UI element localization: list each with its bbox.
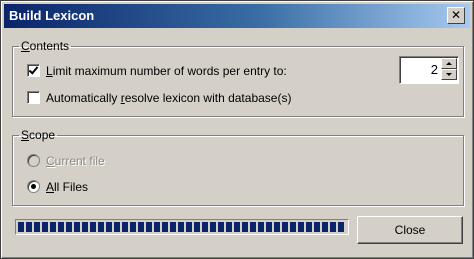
resolve-lexicon-checkbox-row[interactable]: Automatically resolve lexicon with datab… xyxy=(27,91,291,105)
limit-words-checkbox[interactable] xyxy=(27,64,40,77)
resolve-lexicon-checkbox[interactable] xyxy=(27,91,40,104)
progress-bar xyxy=(15,219,349,235)
close-icon: ✕ xyxy=(450,8,462,22)
title-bar[interactable]: Build Lexicon ✕ xyxy=(4,4,470,28)
limit-words-label: Limit maximum number of words per entry … xyxy=(46,64,287,78)
current-file-radio[interactable] xyxy=(27,154,40,167)
all-files-radio[interactable] xyxy=(27,180,40,193)
build-lexicon-dialog: Build Lexicon ✕ Contents Limit maximum n… xyxy=(0,0,474,259)
current-file-label: Current file xyxy=(46,154,105,168)
spinner-down-button[interactable] xyxy=(441,69,457,80)
max-words-spinner[interactable]: 2 xyxy=(399,56,459,84)
scope-group-label: Scope xyxy=(21,128,56,142)
contents-group: Contents xyxy=(12,39,464,117)
current-file-radio-row[interactable]: Current file xyxy=(27,154,105,168)
progress-fill xyxy=(18,222,346,232)
all-files-label: All Files xyxy=(46,180,89,194)
close-button[interactable]: Close xyxy=(357,216,463,244)
contents-group-label: Contents xyxy=(21,39,70,53)
window-title: Build Lexicon xyxy=(9,8,95,23)
limit-words-checkbox-row[interactable]: Limit maximum number of words per entry … xyxy=(27,64,287,78)
resolve-lexicon-label: Automatically resolve lexicon with datab… xyxy=(46,91,292,105)
close-window-button[interactable]: ✕ xyxy=(447,7,465,24)
max-words-value[interactable]: 2 xyxy=(431,62,438,77)
spinner-up-button[interactable] xyxy=(441,58,457,69)
all-files-radio-row[interactable]: All Files xyxy=(27,180,88,194)
